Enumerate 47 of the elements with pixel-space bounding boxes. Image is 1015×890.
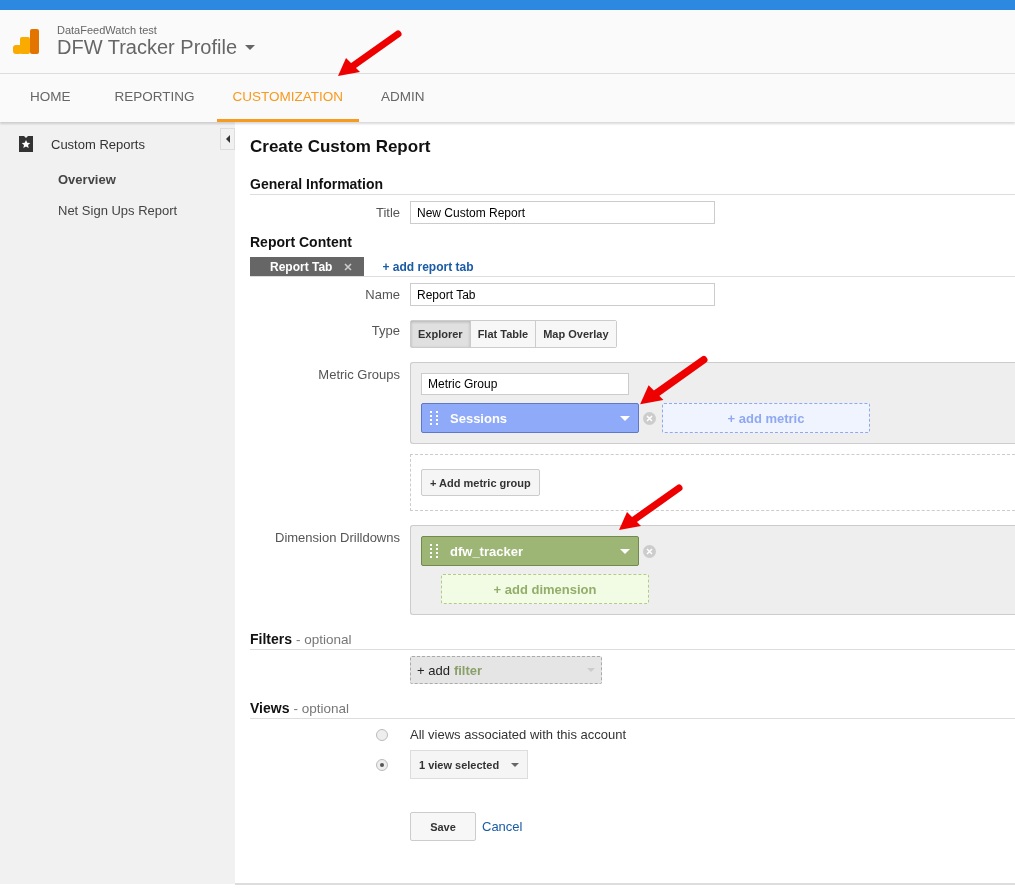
nav-tab[interactable]: REPORTING	[92, 74, 217, 122]
account-name: DataFeedWatch test	[57, 24, 158, 36]
bar-chart-logo-icon	[13, 27, 41, 56]
remove-icon[interactable]	[643, 411, 656, 425]
add-metric-group-button[interactable]: + Add metric group	[421, 469, 540, 496]
add-report-tab-link[interactable]: + add report tab	[382, 259, 474, 274]
section-heading: Report Content	[250, 234, 352, 250]
section-heading: Views	[250, 700, 290, 716]
report-tab[interactable]: Report Tab	[250, 257, 365, 276]
type-option[interactable]: Flat Table	[470, 321, 537, 347]
field-label: Dimension Drilldowns	[274, 529, 400, 545]
name-input[interactable]: Report Tab	[410, 283, 715, 306]
radio-button[interactable]	[376, 758, 388, 771]
type-option[interactable]: Explorer	[411, 321, 471, 347]
radio-label: All views associated with this account	[410, 727, 627, 742]
field-label: Metric Groups	[317, 366, 400, 382]
metric-group-name-input[interactable]: Metric Group	[421, 373, 629, 395]
annotation-arrow	[336, 30, 402, 78]
radio-button[interactable]	[376, 728, 388, 741]
remove-icon[interactable]	[643, 544, 656, 558]
field-label: Type	[370, 322, 400, 338]
sidebar-item[interactable]: Overview	[0, 172, 235, 187]
sidebar-item[interactable]: Net Sign Ups Report	[0, 203, 235, 218]
collapse-sidebar-button[interactable]	[220, 128, 235, 150]
close-icon[interactable]	[344, 262, 353, 271]
section-heading: Filters	[250, 631, 292, 647]
save-button[interactable]: Save	[410, 812, 476, 841]
field-label: Name	[364, 287, 400, 302]
views-dropdown[interactable]: 1 view selected	[410, 750, 529, 779]
nav-tab[interactable]: ADMIN	[359, 74, 447, 122]
profile-selector[interactable]: DFW Tracker Profile	[57, 36, 256, 59]
sidebar-section[interactable]: Custom Reports	[51, 136, 145, 152]
drag-handle-icon[interactable]	[430, 411, 438, 425]
optional-note: - optional	[293, 701, 349, 716]
page-title: Create Custom Report	[250, 137, 432, 157]
cancel-link[interactable]: Cancel	[482, 819, 523, 834]
drag-handle-icon[interactable]	[430, 544, 438, 558]
nav-tab[interactable]: HOME	[8, 74, 93, 122]
star-report-icon	[17, 135, 35, 153]
field-label: Title	[374, 205, 400, 220]
type-option[interactable]: Map Overlay	[536, 321, 616, 347]
add-filter-dropdown[interactable]: + add filter	[410, 656, 602, 684]
section-heading: General Information	[250, 176, 384, 192]
optional-note: - optional	[296, 632, 352, 647]
annotation-arrow	[638, 355, 708, 407]
title-input[interactable]: New Custom Report	[410, 201, 715, 224]
annotation-arrow	[617, 484, 683, 532]
